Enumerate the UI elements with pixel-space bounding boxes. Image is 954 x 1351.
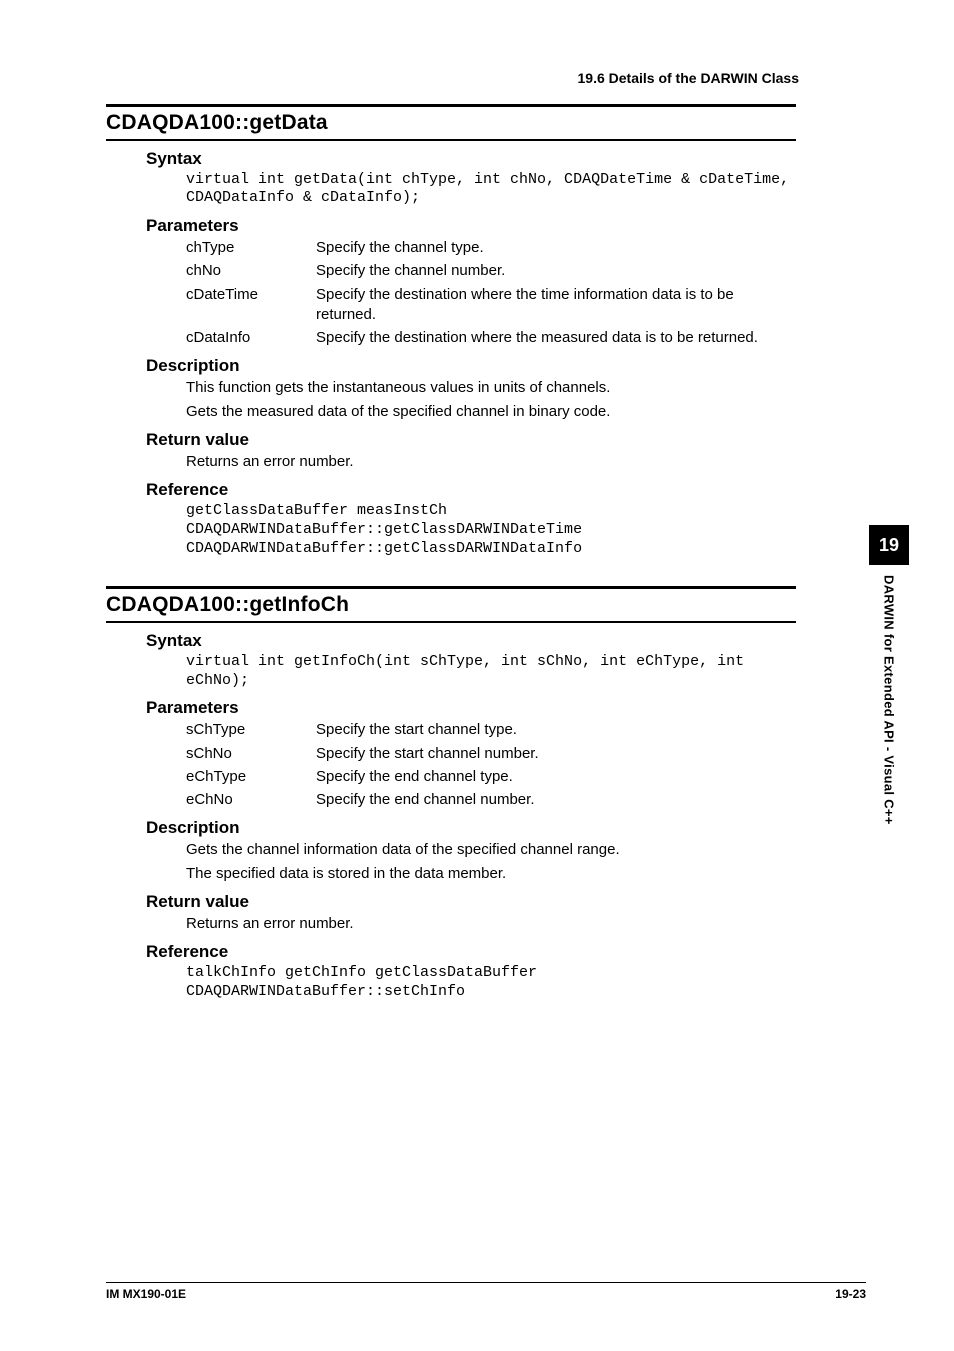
parameter-name: chType [186,238,316,258]
return-text: Returns an error number. [186,452,796,472]
syntax-heading: Syntax [146,631,796,651]
parameter-row: chNo Specify the channel number. [186,261,796,281]
footer-doc-id: IM MX190-01E [106,1287,186,1301]
parameter-row: sChType Specify the start channel type. [186,720,796,740]
section-title-getdata: CDAQDA100::getData [106,111,796,135]
parameter-name: chNo [186,261,316,281]
parameter-name: eChNo [186,790,316,810]
reference-heading: Reference [146,480,796,500]
parameters-heading: Parameters [146,216,796,236]
chapter-tab: 19 [869,525,909,565]
parameter-name: sChType [186,720,316,740]
parameter-desc: Specify the channel number. [316,261,796,281]
reference-heading: Reference [146,942,796,962]
parameter-desc: Specify the end channel type. [316,767,796,787]
chapter-side-label-container: DARWIN for Extended API - Visual C++ [869,575,909,905]
description-heading: Description [146,356,796,376]
content-area: CDAQDA100::getData Syntax virtual int ge… [106,104,796,1002]
parameter-name: cDateTime [186,285,316,305]
parameter-row: sChNo Specify the start channel number. [186,744,796,764]
return-heading: Return value [146,430,796,450]
parameter-name: eChType [186,767,316,787]
rule-thin [106,621,796,623]
syntax-code: virtual int getInfoCh(int sChType, int s… [186,653,796,691]
description-text: The specified data is stored in the data… [186,864,796,884]
description-text: Gets the channel information data of the… [186,840,796,860]
description-heading: Description [146,818,796,838]
parameter-name: sChNo [186,744,316,764]
section-title-getinfoch: CDAQDA100::getInfoCh [106,593,796,617]
parameter-row: chType Specify the channel type. [186,238,796,258]
description-text: Gets the measured data of the specified … [186,402,796,422]
footer-page-number: 19-23 [835,1287,866,1301]
description-text: This function gets the instantaneous val… [186,378,796,398]
parameter-desc: Specify the destination where the measur… [316,328,796,348]
return-heading: Return value [146,892,796,912]
parameter-desc: Specify the end channel number. [316,790,796,810]
parameter-row: cDataInfo Specify the destination where … [186,328,796,348]
rule-thick [106,104,796,107]
parameter-desc: Specify the start channel number. [316,744,796,764]
parameter-row: eChType Specify the end channel type. [186,767,796,787]
parameter-row: eChNo Specify the end channel number. [186,790,796,810]
parameter-row: cDateTime Specify the destination where … [186,285,796,326]
page-root: 19.6 Details of the DARWIN Class CDAQDA1… [0,0,954,1351]
running-header: 19.6 Details of the DARWIN Class [0,70,799,86]
syntax-heading: Syntax [146,149,796,169]
parameters-heading: Parameters [146,698,796,718]
page-footer: IM MX190-01E 19-23 [106,1282,866,1301]
parameter-desc: Specify the start channel type. [316,720,796,740]
rule-thick [106,586,796,589]
parameter-name: cDataInfo [186,328,316,348]
parameter-desc: Specify the channel type. [316,238,796,258]
reference-code: getClassDataBuffer measInstCh CDAQDARWIN… [186,502,796,558]
rule-thin [106,139,796,141]
syntax-code: virtual int getData(int chType, int chNo… [186,171,796,209]
reference-code: talkChInfo getChInfo getClassDataBuffer … [186,964,796,1002]
parameter-desc: Specify the destination where the time i… [316,285,796,326]
return-text: Returns an error number. [186,914,796,934]
chapter-side-label: DARWIN for Extended API - Visual C++ [882,575,897,825]
section-spacer [106,562,796,586]
